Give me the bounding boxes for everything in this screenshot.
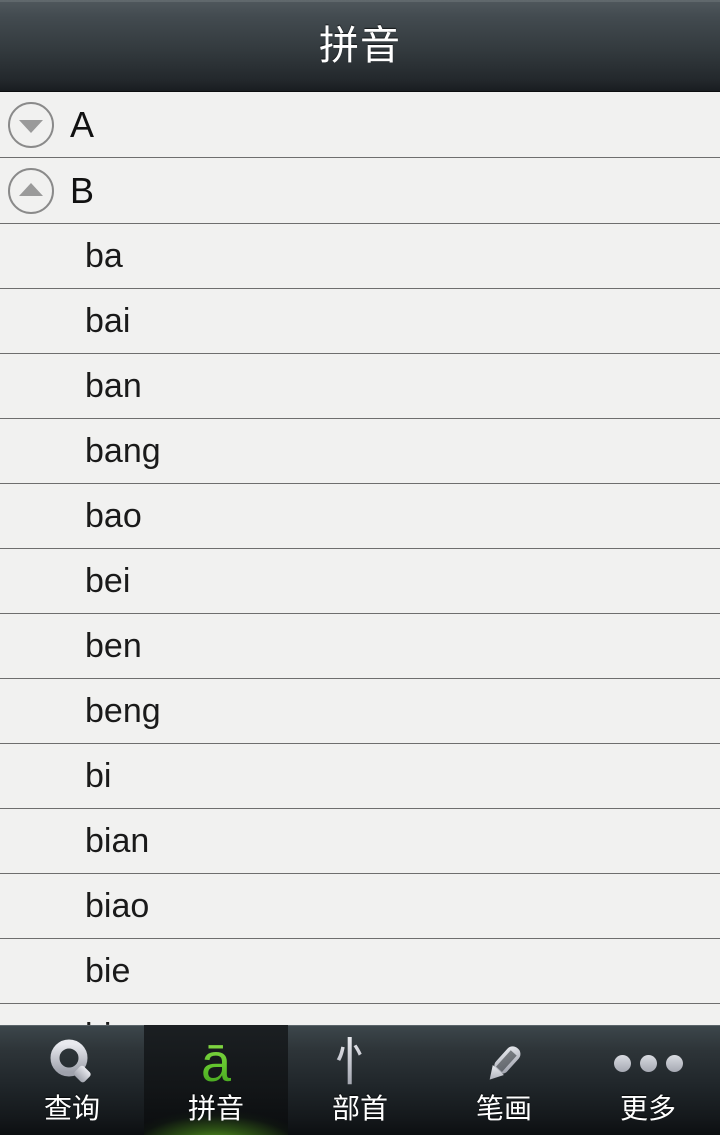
dot-1 [613, 1054, 631, 1072]
list-item-label: bian [85, 822, 150, 860]
list-item[interactable]: bin [0, 1004, 720, 1025]
list-item-label: bai [85, 302, 131, 340]
list-item-label: ba [85, 237, 123, 275]
dots-group [613, 1054, 683, 1072]
list-item-label: bao [85, 497, 142, 535]
section-label-a: A [70, 103, 95, 145]
page-title: 拼音 [319, 23, 401, 68]
tab-more[interactable]: 更多 [576, 1025, 720, 1135]
tab-label-radical: 部首 [331, 1093, 388, 1124]
list-item[interactable]: bie [0, 939, 720, 1004]
pinyin-list[interactable]: A B ba bai ban bang bao bei ben beng bi … [0, 92, 720, 1025]
list-item-label: ben [85, 627, 142, 665]
list-item[interactable]: bi [0, 744, 720, 809]
list-item[interactable]: beng [0, 679, 720, 744]
pinyin-a-glyph: ā [200, 1033, 232, 1093]
list-item[interactable]: ba [0, 224, 720, 289]
tab-search[interactable]: 查询 [0, 1025, 144, 1135]
list-item[interactable]: bao [0, 484, 720, 549]
list-item-label: bie [85, 952, 131, 990]
list-item[interactable]: bei [0, 549, 720, 614]
bottom-tab-bar: 查询 ā 拼音 忄 部首 笔画 更多 [0, 1025, 720, 1135]
tab-label-search: 查询 [43, 1093, 100, 1124]
section-header-b[interactable]: B [0, 158, 720, 224]
app-screen: 拼音 A B ba bai ban bang bao bei ben beng … [0, 0, 720, 1135]
list-item[interactable]: bang [0, 419, 720, 484]
tab-pinyin[interactable]: ā 拼音 [144, 1025, 288, 1135]
list-item[interactable]: bian [0, 809, 720, 874]
list-item[interactable]: bai [0, 289, 720, 354]
tab-label-pinyin: 拼音 [187, 1093, 244, 1124]
chevron-down-icon [19, 119, 43, 133]
list-item-label: ban [85, 367, 142, 405]
section-toggle-a[interactable] [8, 101, 54, 148]
section-label-b: B [70, 169, 95, 211]
list-item-label: bi [85, 757, 112, 795]
tab-radical[interactable]: 忄 部首 [288, 1025, 432, 1135]
section-header-a[interactable]: A [0, 92, 720, 158]
section-toggle-b[interactable] [8, 167, 54, 214]
dot-2 [639, 1054, 657, 1072]
tab-label-more: 更多 [619, 1093, 676, 1124]
radical-icon: 忄 [288, 1035, 432, 1091]
chevron-up-icon [19, 182, 43, 196]
tab-strokes[interactable]: 笔画 [432, 1025, 576, 1135]
title-bar: 拼音 [0, 0, 720, 92]
pinyin-a-icon: ā [144, 1035, 288, 1091]
list-item[interactable]: ban [0, 354, 720, 419]
list-item-label: beng [85, 692, 161, 730]
tab-label-strokes: 笔画 [475, 1093, 532, 1124]
radical-glyph: 忄 [333, 1034, 386, 1092]
list-item-label: bei [85, 562, 131, 600]
list-item-label: biao [85, 887, 150, 925]
list-item[interactable]: biao [0, 874, 720, 939]
more-dots-icon [576, 1035, 720, 1091]
dot-3 [665, 1054, 683, 1072]
list-item[interactable]: ben [0, 614, 720, 679]
pencil-icon [432, 1035, 576, 1091]
search-icon [0, 1035, 144, 1091]
list-item-label: bang [85, 432, 161, 470]
